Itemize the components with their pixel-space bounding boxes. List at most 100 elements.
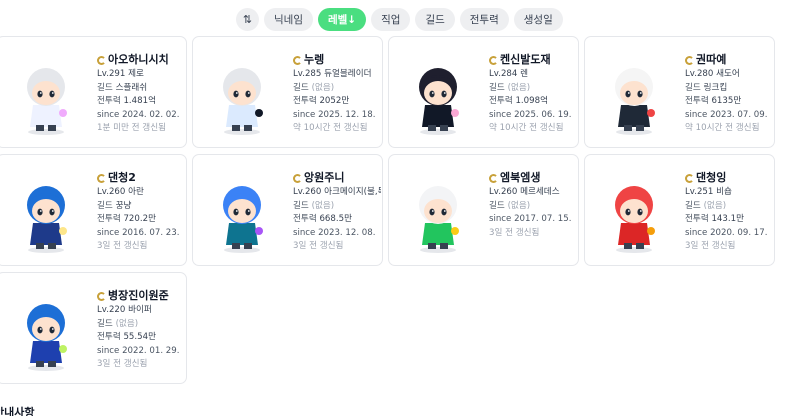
sort-button-1[interactable]: 레벨↓ bbox=[317, 8, 367, 31]
character-info: 권따예 Lv.280 새도어 길드 링크킵 전투력 6135만 since 2023. … bbox=[685, 53, 773, 136]
name-row: 켄신발도재 bbox=[489, 53, 577, 67]
character-card[interactable]: 병장진이원준 Lv.220 바이퍼 길드 (없음) 전투력 55.54만 since 2… bbox=[0, 272, 187, 384]
since-label: since bbox=[293, 227, 316, 238]
character-name[interactable]: 병장진이원준 bbox=[108, 289, 169, 303]
power-line: 전투력 1.098억 bbox=[489, 95, 577, 109]
since-line: since 2016. 07. 23. bbox=[97, 227, 185, 241]
guild-line: 길드 (없음) bbox=[489, 82, 577, 96]
sort-button-5[interactable]: 생성일 bbox=[513, 8, 563, 31]
power-value: 2052만 bbox=[319, 96, 350, 106]
character-name[interactable]: 앙원주니 bbox=[304, 171, 344, 185]
name-row: 앙원주니 bbox=[293, 171, 381, 185]
power-line: 전투력 668.5만 bbox=[293, 213, 381, 227]
character-job: 메르세데스 bbox=[520, 187, 560, 197]
guild-emblem-icon bbox=[97, 55, 106, 65]
character-level: Lv.220 bbox=[97, 305, 126, 315]
character-avatar bbox=[207, 55, 277, 135]
character-level: Lv.280 bbox=[685, 69, 714, 79]
updated-status: 1분 미만 전 갱신됨 bbox=[97, 123, 167, 133]
guild-line: 길드 링크킵 bbox=[685, 82, 773, 96]
character-job: 제로 bbox=[128, 69, 144, 79]
sort-button-3[interactable]: 길드 bbox=[415, 8, 455, 31]
sort-direction-toggle-icon[interactable]: ⇅ bbox=[236, 8, 259, 31]
power-line: 전투력 55.54만 bbox=[97, 331, 185, 345]
level-job-line: Lv.284 렌 bbox=[489, 68, 577, 82]
character-avatar bbox=[11, 291, 81, 371]
guild-emblem-icon bbox=[97, 291, 106, 301]
character-avatar bbox=[599, 173, 669, 253]
power-line: 전투력 1.481억 bbox=[97, 95, 185, 109]
updated-status: 약 10시간 전 갱신됨 bbox=[685, 123, 760, 133]
guild-line: 길드 (없음) bbox=[97, 318, 185, 332]
character-job: 비숍 bbox=[716, 187, 732, 197]
character-card[interactable]: 엠북엠생 Lv.260 메르세데스 길드 (없음) since 2017. 07. 1… bbox=[388, 154, 579, 266]
character-name[interactable]: 댄청2 bbox=[108, 171, 136, 185]
guild-value: (없음) bbox=[507, 82, 531, 93]
character-name[interactable]: 댄청잉 bbox=[696, 171, 726, 185]
level-job-line: Lv.260 아크메이지(불,독) bbox=[293, 186, 381, 200]
level-job-line: Lv.251 비숍 bbox=[685, 186, 773, 200]
guild-value: (없음) bbox=[115, 318, 139, 329]
name-row: 권따예 bbox=[685, 53, 773, 67]
since-label: since bbox=[97, 109, 120, 120]
character-card[interactable]: 누렝 Lv.285 듀얼블레이더 길드 (없음) 전투력 2052만 since 202… bbox=[192, 36, 383, 148]
since-label: since bbox=[489, 214, 512, 224]
character-job: 듀얼블레이더 bbox=[324, 69, 372, 79]
guild-label: 길드 bbox=[97, 82, 113, 93]
updated-status: 3일 전 갱신됨 bbox=[97, 241, 148, 251]
character-level: Lv.260 bbox=[293, 187, 322, 197]
since-label: since bbox=[685, 227, 708, 238]
guild-emblem-icon bbox=[685, 55, 694, 65]
guild-emblem-icon bbox=[97, 173, 106, 183]
character-level: Lv.284 bbox=[489, 69, 518, 79]
power-label: 전투력 bbox=[97, 214, 121, 224]
power-label: 전투력 bbox=[97, 96, 121, 106]
character-info: 누렝 Lv.285 듀얼블레이더 길드 (없음) 전투력 2052만 since 202… bbox=[293, 53, 381, 136]
since-label: since bbox=[685, 109, 708, 120]
level-job-line: Lv.280 새도어 bbox=[685, 68, 773, 82]
sort-button-4[interactable]: 전투력 bbox=[459, 8, 509, 31]
name-row: 엠북엠생 bbox=[489, 171, 577, 185]
guild-line: 길드 (없음) bbox=[489, 200, 577, 214]
power-value: 1.481억 bbox=[123, 96, 156, 106]
sort-button-2[interactable]: 직업 bbox=[371, 8, 411, 31]
character-info: 댄청2 Lv.260 아란 길드 꿍냥 전투력 720.2만 since 2016. 0… bbox=[97, 171, 185, 254]
updated-status: 3일 전 갱신됨 bbox=[97, 359, 148, 369]
character-card[interactable]: 권따예 Lv.280 새도어 길드 링크킵 전투력 6135만 since 2023. … bbox=[584, 36, 775, 148]
power-value: 668.5만 bbox=[319, 214, 352, 224]
since-line: since 2025. 12. 18. bbox=[293, 109, 381, 123]
guild-label: 길드 bbox=[685, 82, 701, 93]
power-label: 전투력 bbox=[97, 332, 121, 342]
since-value: 2017. 07. 15. bbox=[514, 214, 572, 224]
character-card[interactable]: 댄청잉 Lv.251 비숍 길드 (없음) 전투력 143.1만 since 2020.… bbox=[584, 154, 775, 266]
name-row: 아오하니시치 bbox=[97, 53, 185, 67]
character-name[interactable]: 아오하니시치 bbox=[108, 53, 169, 67]
character-job: 렌 bbox=[520, 69, 528, 79]
name-row: 댄청2 bbox=[97, 171, 185, 185]
character-name[interactable]: 엠북엠생 bbox=[500, 171, 540, 185]
since-line: since 2023. 12. 08. bbox=[293, 227, 381, 241]
character-name[interactable]: 권따예 bbox=[696, 53, 726, 67]
character-level: Lv.260 bbox=[97, 187, 126, 197]
power-value: 1.098억 bbox=[515, 96, 548, 106]
character-avatar bbox=[11, 55, 81, 135]
sort-button-0[interactable]: 닉네임 bbox=[264, 8, 313, 31]
level-job-line: Lv.260 아란 bbox=[97, 186, 185, 200]
character-card[interactable]: 앙원주니Lv.260 아크메이지(불,독)길드 (없음)전투력 668.5만si… bbox=[192, 154, 383, 266]
guild-label: 길드 bbox=[489, 82, 505, 93]
level-job-line: Lv.220 바이퍼 bbox=[97, 304, 185, 318]
guild-line: 길드 (없음) bbox=[293, 200, 381, 214]
character-job: 바이퍼 bbox=[128, 305, 152, 315]
character-card[interactable]: 아오하니시치 Lv.291 제로 길드 스플래쉬 전투력 1.481억 since 20… bbox=[0, 36, 187, 148]
name-row: 누렝 bbox=[293, 53, 381, 67]
character-name[interactable]: 켄신발도재 bbox=[500, 53, 551, 67]
character-card[interactable]: 켄신발도재 Lv.284 렌 길드 (없음) 전투력 1.098억 since 2025… bbox=[388, 36, 579, 148]
guild-label: 길드 bbox=[489, 200, 505, 211]
character-name[interactable]: 누렝 bbox=[304, 53, 324, 67]
guild-line: 길드 스플래쉬 bbox=[97, 82, 185, 96]
guild-label: 길드 bbox=[685, 200, 701, 211]
guild-value: (없음) bbox=[507, 200, 531, 211]
character-avatar bbox=[207, 173, 277, 253]
character-card[interactable]: 댄청2 Lv.260 아란 길드 꿍냥 전투력 720.2만 since 2016. 0… bbox=[0, 154, 187, 266]
level-job-line: Lv.260 메르세데스 bbox=[489, 186, 577, 200]
